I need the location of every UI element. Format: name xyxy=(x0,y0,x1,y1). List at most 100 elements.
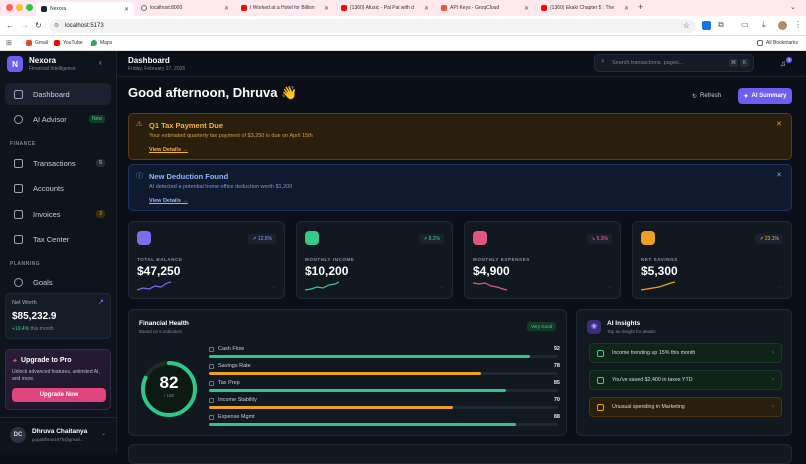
chevron-down-icon[interactable]: ⌄ xyxy=(790,3,796,11)
chevron-down-icon[interactable]: ⌄ xyxy=(101,430,106,437)
browser-tab[interactable]: (1360) Ekaki Chapter 5 : The ✕ xyxy=(536,1,634,15)
close-icon[interactable]: ✕ xyxy=(424,5,429,12)
insight-item[interactable]: You've saved $2,400 in taxes YTD › xyxy=(589,370,782,390)
wallet-icon xyxy=(137,231,151,245)
arrow-right-icon: → xyxy=(607,284,612,290)
back-icon[interactable]: ← xyxy=(6,21,14,30)
shortcut-key: K xyxy=(740,59,749,67)
arrow-right-icon: → xyxy=(271,284,276,290)
forward-icon[interactable]: → xyxy=(21,21,29,30)
bookmark-maps[interactable]: Maps xyxy=(91,40,112,46)
sidebar-item-accounts[interactable]: Accounts xyxy=(5,177,111,199)
menu-icon[interactable]: ⋮ xyxy=(794,20,802,29)
net-worth-change: +10.4% xyxy=(12,326,30,332)
close-window-icon[interactable] xyxy=(6,4,13,11)
site-info-icon[interactable]: ⊜ xyxy=(54,22,59,29)
collapse-sidebar-icon[interactable]: ‹ xyxy=(99,58,102,67)
brand-name: Nexora xyxy=(29,56,57,65)
stat-label: TOTAL BALANCE xyxy=(137,257,183,262)
close-icon[interactable]: ✕ xyxy=(324,5,329,12)
browser-tab[interactable]: Nexora ✕ xyxy=(36,2,134,16)
sidebar: N Nexora Financial Intelligence ‹ Dashbo… xyxy=(0,51,117,453)
section-label: PLANNING xyxy=(10,261,41,267)
upgrade-text: Unlock advanced features, unlimited AI, … xyxy=(12,369,100,382)
metric-label: Tax Prep xyxy=(218,380,240,386)
tax-prep-icon xyxy=(209,381,214,386)
minimize-window-icon[interactable] xyxy=(16,4,23,11)
stat-card-monthly-expenses[interactable]: ↘ 5.3% MONTHLY EXPENSES $4,900 → xyxy=(464,221,621,299)
youtube-icon xyxy=(341,5,347,11)
stat-card-net-savings[interactable]: ↗ 23.1% NET SAVINGS $5,300 → xyxy=(632,221,792,299)
bookmarks-bar: ⊞ Gmail YouTube Maps All Bookmarks xyxy=(0,36,806,51)
sidebar-item-goals[interactable]: Goals xyxy=(5,271,111,293)
new-badge: New xyxy=(88,115,105,123)
close-icon[interactable]: ✕ xyxy=(124,6,129,13)
sparkline xyxy=(641,281,675,291)
close-icon[interactable]: ✕ xyxy=(524,5,529,12)
page-title: Dashboard xyxy=(128,56,170,65)
stat-card-total-balance[interactable]: ↗ 12.5% TOTAL BALANCE $47,250 → xyxy=(128,221,285,299)
youtube-icon xyxy=(541,5,547,11)
tab-title: (1360) Ekaki Chapter 5 : The xyxy=(550,5,615,11)
search-placeholder: Search transactions, pages... xyxy=(612,60,684,66)
transactions-icon xyxy=(14,158,23,168)
count-badge: 5 xyxy=(96,159,105,167)
next-section-card xyxy=(128,444,792,464)
view-details-link[interactable]: View Details → xyxy=(149,198,188,204)
stat-card-monthly-income[interactable]: ↗ 8.2% MONTHLY INCOME $10,200 → xyxy=(296,221,453,299)
upgrade-now-button[interactable]: Upgrade Now xyxy=(12,388,106,402)
view-details-link[interactable]: View Details → xyxy=(149,147,188,153)
search-icon: ⌕ xyxy=(601,58,605,65)
card-title: Financial Health xyxy=(139,320,189,327)
arrow-right-icon: → xyxy=(439,284,444,290)
browser-tab[interactable]: localhost:8000 ✕ xyxy=(136,1,234,15)
bookmark-label: Gmail xyxy=(35,40,49,46)
address-bar[interactable]: ⊜ localhost:5173 ☆ xyxy=(49,19,696,33)
ai-summary-button[interactable]: ✦ AI Summary xyxy=(738,88,792,104)
ai-advisor-icon xyxy=(14,114,23,124)
sidebar-item-tax-center[interactable]: Tax Center xyxy=(5,228,111,250)
browser-tab[interactable]: API Keys - GroqCloud ✕ xyxy=(436,1,534,15)
close-icon[interactable]: ✕ xyxy=(776,120,782,128)
reload-icon[interactable]: ↻ xyxy=(35,21,42,30)
new-tab-button[interactable]: + xyxy=(638,2,643,12)
sidebar-item-ai-advisor[interactable]: AI Advisor New xyxy=(5,108,111,130)
upgrade-card: ✦ Upgrade to Pro Unlock advanced feature… xyxy=(5,349,111,410)
avatar: DC xyxy=(10,427,26,443)
alert-deduction-found: ⓘ New Deduction Found AI detected a pote… xyxy=(128,164,792,211)
profile-avatar[interactable] xyxy=(778,21,787,30)
download-icon[interactable]: ⤓ xyxy=(762,20,766,30)
bookmark-label: All Bookmarks xyxy=(766,40,798,46)
cast-icon[interactable]: ▭ xyxy=(741,20,749,29)
sidebar-item-label: Dashboard xyxy=(33,89,70,99)
page-date: Friday, February 27, 2026 xyxy=(128,66,186,72)
close-icon[interactable]: ✕ xyxy=(776,171,782,179)
invoices-icon xyxy=(14,209,23,219)
bookmark-gmail[interactable]: Gmail xyxy=(26,40,48,46)
sidebar-item-dashboard[interactable]: Dashboard xyxy=(5,83,111,105)
bookmark-star-icon[interactable]: ☆ xyxy=(683,21,690,30)
close-icon[interactable]: ✕ xyxy=(224,5,229,12)
sidebar-item-label: Accounts xyxy=(33,183,64,193)
apps-grid-icon[interactable]: ⊞ xyxy=(6,39,12,47)
maximize-window-icon[interactable] xyxy=(26,4,33,11)
all-bookmarks[interactable]: All Bookmarks xyxy=(757,40,798,46)
extension-icon[interactable] xyxy=(702,21,711,30)
bookmark-youtube[interactable]: YouTube xyxy=(54,40,83,46)
sidebar-item-transactions[interactable]: Transactions 5 xyxy=(5,152,111,174)
sidebar-item-label: Invoices xyxy=(33,209,61,219)
insight-item[interactable]: Unusual spending in Marketing › xyxy=(589,397,782,417)
tax-center-icon xyxy=(14,234,23,244)
puzzle-icon[interactable]: ⧉ xyxy=(718,20,724,30)
browser-tab[interactable]: I Worked at a Hotel for Billion ✕ xyxy=(236,1,334,15)
refresh-button[interactable]: ↻ Refresh xyxy=(692,89,721,103)
browser-tab[interactable]: (1360) Afusic - Pal Pal with d ✕ xyxy=(336,1,434,15)
sidebar-item-invoices[interactable]: Invoices 2 xyxy=(5,203,111,225)
search-input[interactable]: ⌕ Search transactions, pages... ⌘ K xyxy=(594,54,754,72)
user-profile[interactable]: DC Dhruva Chaitanya gopaldhruv1975@gmail… xyxy=(0,417,117,453)
groq-icon xyxy=(441,5,447,11)
stat-change: ↗ 8.2% xyxy=(419,234,444,244)
alert-text: Your estimated quarterly tax payment of … xyxy=(149,133,313,139)
insight-item[interactable]: Income trending up 15% this month › xyxy=(589,343,782,363)
close-icon[interactable]: ✕ xyxy=(624,5,629,12)
